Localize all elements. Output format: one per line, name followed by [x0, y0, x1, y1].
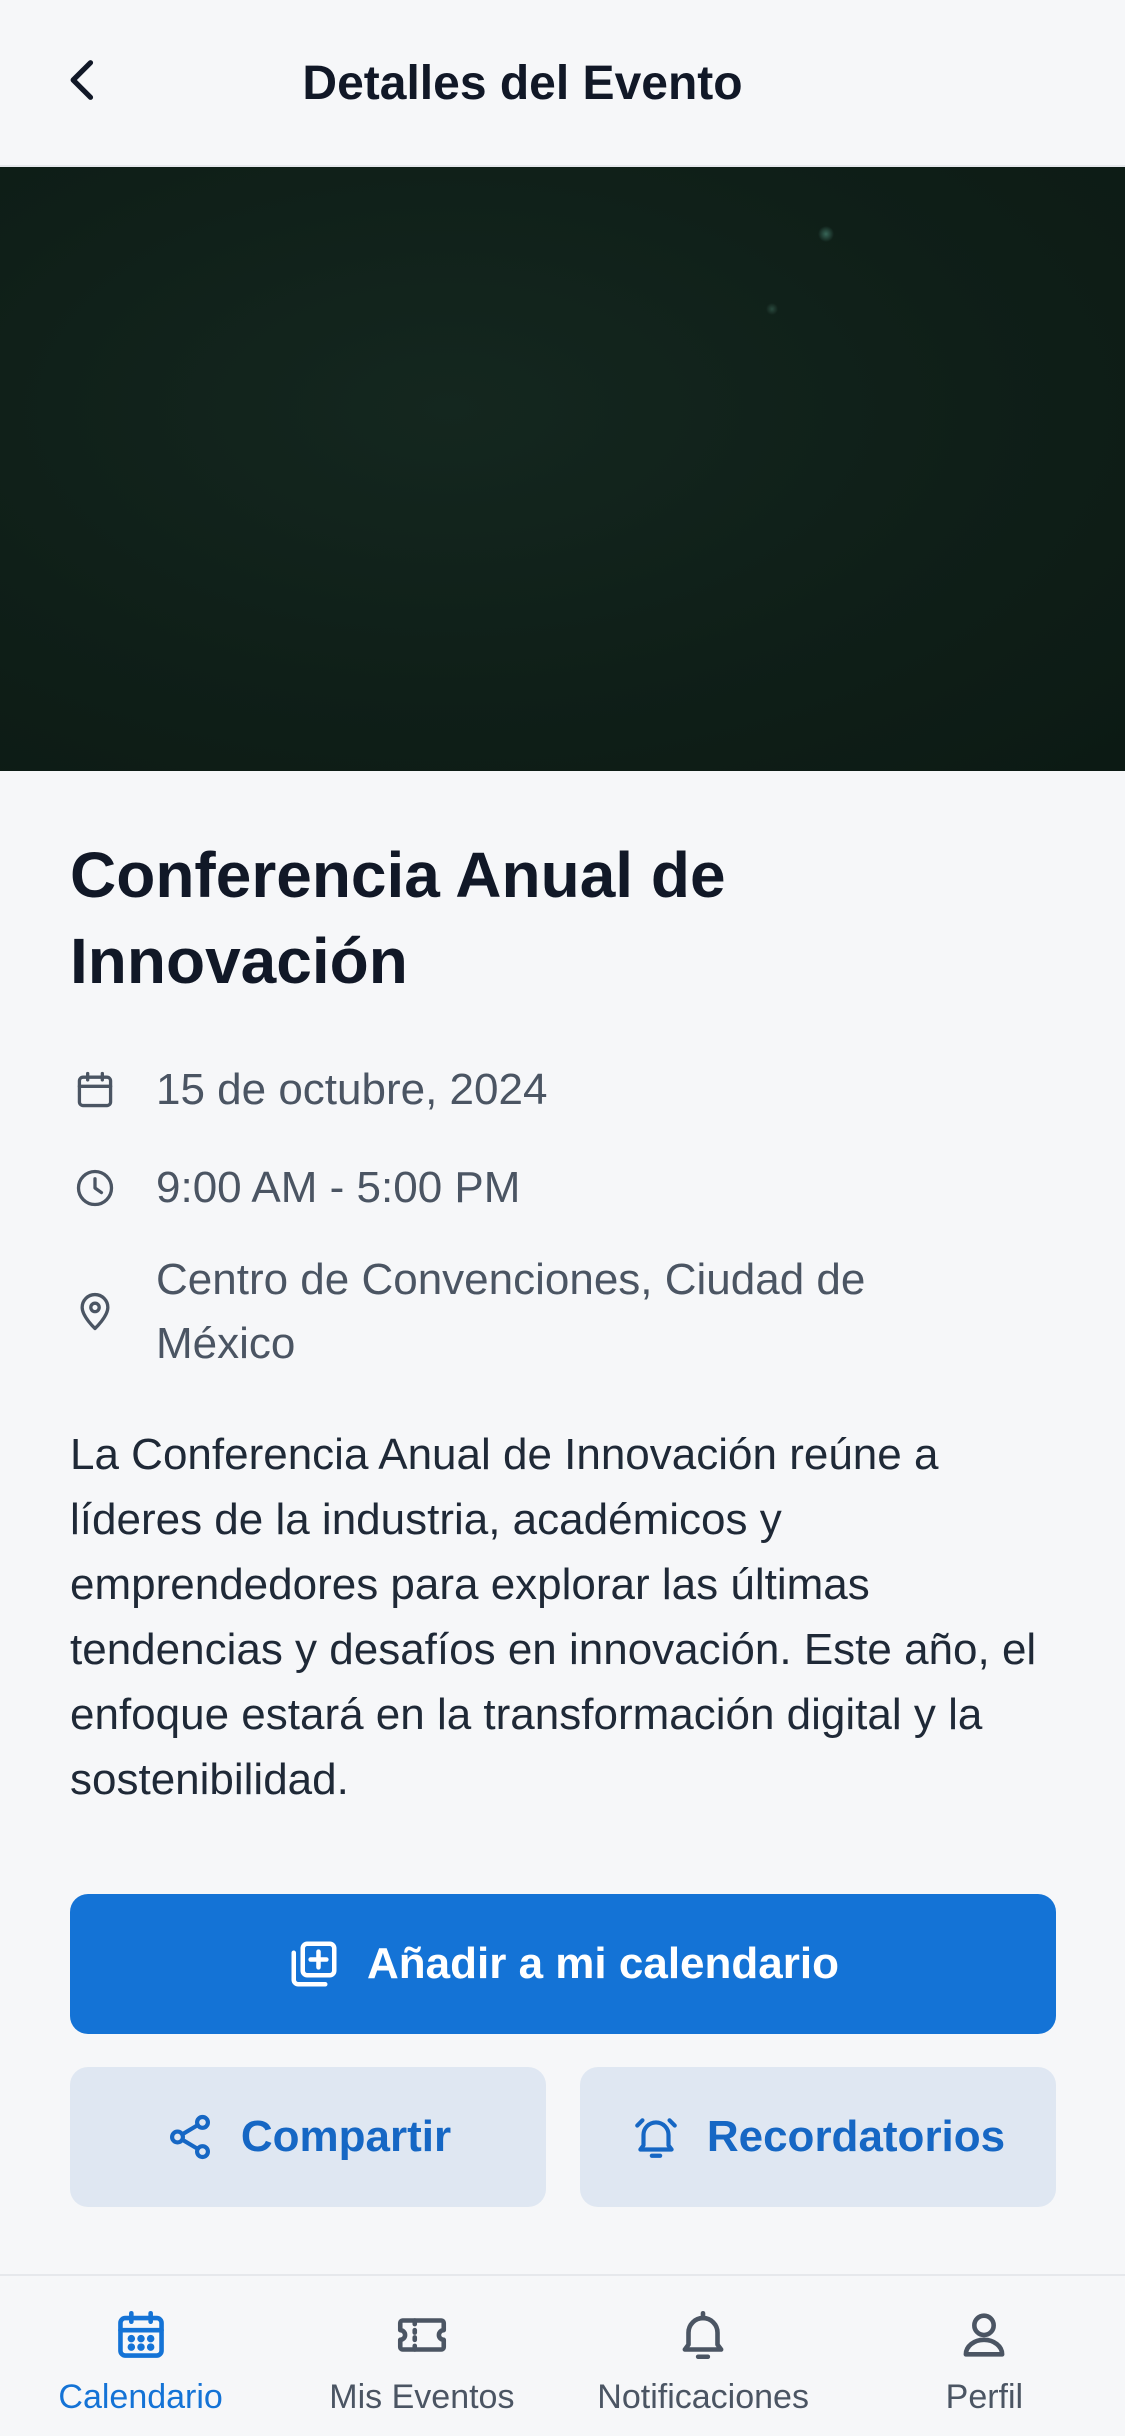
- event-description: La Conferencia Anual de Innovación reúne…: [70, 1430, 1037, 1804]
- nav-label-calendario: Calendario: [58, 2378, 223, 2416]
- calendar-icon: [70, 1058, 120, 1122]
- share-icon: [169, 2114, 210, 2160]
- event-time-row: 9:00 AM - 5:00 PM: [70, 1156, 1070, 1220]
- event-date: 15 de octubre, 2024: [156, 1065, 548, 1114]
- bell-icon: [682, 2310, 724, 2360]
- event-date-row: 15 de octubre, 2024: [70, 1058, 1070, 1122]
- add-to-calendar-button[interactable]: Añadir a mi calendario: [70, 1894, 1056, 2034]
- bottom-navigation: Calendario Mis Eventos Notificaciones Pe…: [0, 2274, 1125, 2436]
- reminders-button[interactable]: Recordatorios: [580, 2067, 1056, 2207]
- alarm-bell-icon: [635, 2118, 677, 2158]
- event-cover-image: [0, 167, 1125, 771]
- event-title: Conferencia Anual de Innovación: [70, 839, 726, 997]
- nav-label-notificaciones: Notificaciones: [597, 2378, 809, 2416]
- share-label: Compartir: [240, 2112, 452, 2161]
- add-to-library-icon: [291, 1941, 337, 1987]
- nav-label-mis-eventos: Mis Eventos: [329, 2378, 515, 2416]
- location-pin-icon: [70, 1248, 120, 1376]
- clock-icon: [70, 1156, 120, 1220]
- nav-item-calendario[interactable]: Calendario: [0, 2276, 281, 2436]
- event-location: Centro de Convenciones, Ciudad de México: [156, 1255, 866, 1368]
- chevron-left-icon: [70, 60, 94, 100]
- person-icon: [963, 2313, 1005, 2357]
- event-details-screen: Detalles del Evento Conferencia Anual de…: [0, 0, 1125, 2436]
- share-button[interactable]: Compartir: [70, 2067, 546, 2207]
- back-button[interactable]: [44, 30, 124, 130]
- reminders-label: Recordatorios: [706, 2112, 1006, 2161]
- event-location-row: Centro de Convenciones, Ciudad de México: [70, 1248, 1070, 1376]
- nav-item-mis-eventos[interactable]: Mis Eventos: [281, 2276, 562, 2436]
- add-to-calendar-label: Añadir a mi calendario: [367, 1939, 839, 1988]
- page-title: Detalles del Evento: [302, 57, 743, 110]
- ticket-icon: [397, 2318, 446, 2352]
- nav-label-perfil: Perfil: [945, 2378, 1024, 2416]
- nav-item-perfil[interactable]: Perfil: [844, 2276, 1125, 2436]
- event-time: 9:00 AM - 5:00 PM: [156, 1163, 521, 1212]
- app-header: Detalles del Evento: [0, 0, 1125, 167]
- nav-item-notificaciones[interactable]: Notificaciones: [563, 2276, 844, 2436]
- calendar-icon: [117, 2310, 164, 2358]
